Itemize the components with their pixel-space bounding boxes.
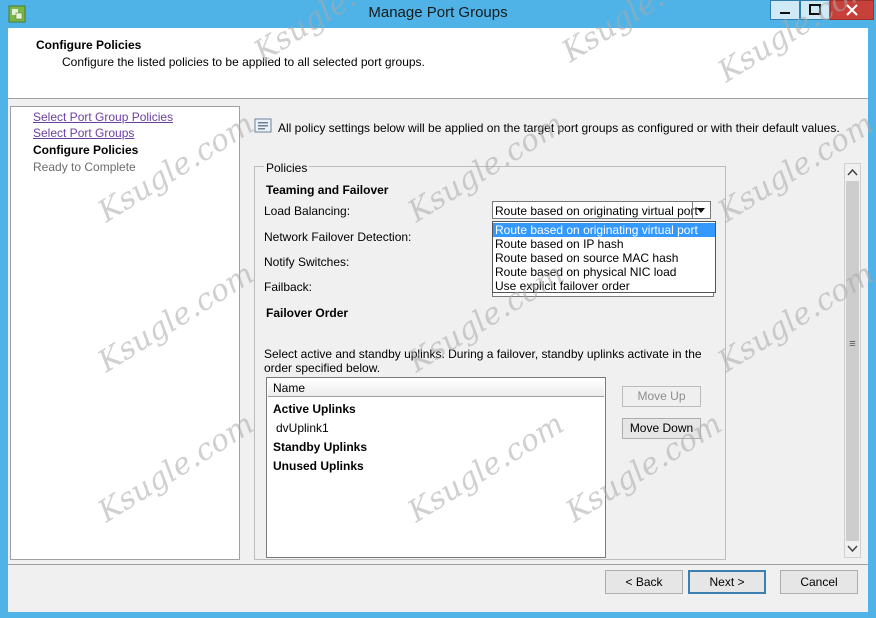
page-description: Configure the listed policies to be appl… xyxy=(62,55,425,69)
maximize-button[interactable] xyxy=(800,0,830,20)
step-ready-to-complete: Ready to Complete xyxy=(33,160,136,174)
scroll-down-button[interactable] xyxy=(845,541,860,556)
footer-divider xyxy=(8,564,868,565)
move-up-button[interactable]: Move Up xyxy=(622,386,701,407)
load-balancing-select[interactable]: Route based on originating virtual port xyxy=(492,201,711,219)
title-bar: Manage Port Groups xyxy=(0,0,876,28)
chevron-down-icon xyxy=(697,208,705,213)
step-select-port-group-policies[interactable]: Select Port Group Policies xyxy=(33,110,173,124)
close-icon xyxy=(846,4,858,16)
load-balancing-label: Load Balancing: xyxy=(264,204,351,218)
uplinks-list[interactable]: Name Active Uplinks dvUplink1 Standby Up… xyxy=(266,377,606,558)
name-column-label: Name xyxy=(273,381,306,395)
wizard-steps-panel: Select Port Group Policies Select Port G… xyxy=(10,106,240,560)
window-title: Manage Port Groups xyxy=(368,4,508,21)
active-uplinks-group: Active Uplinks xyxy=(273,402,356,416)
name-column-header[interactable]: Name xyxy=(268,379,604,397)
minimize-button[interactable] xyxy=(770,0,800,20)
option-explicit-failover-order[interactable]: Use explicit failover order xyxy=(493,279,715,293)
unused-uplinks-group: Unused Uplinks xyxy=(273,459,364,473)
load-balancing-value: Route based on originating virtual port xyxy=(495,204,698,218)
uplink-row[interactable]: dvUplink1 xyxy=(276,421,329,435)
wizard-header: Configure Policies Configure the listed … xyxy=(8,28,868,99)
minimize-icon xyxy=(780,12,790,14)
vertical-scrollbar[interactable]: ≡ xyxy=(844,163,861,558)
maximize-icon xyxy=(809,4,821,15)
scroll-grip-icon: ≡ xyxy=(849,338,856,350)
option-originating-virtual-port[interactable]: Route based on originating virtual port xyxy=(493,223,715,237)
next-button[interactable]: Next > xyxy=(688,570,766,594)
policies-legend: Policies xyxy=(264,161,310,175)
info-icon xyxy=(254,118,272,133)
uplinks-description: Select active and standby uplinks. Durin… xyxy=(264,347,702,375)
dropdown-arrow-button[interactable] xyxy=(692,202,710,218)
page-title: Configure Policies xyxy=(36,38,142,52)
failover-order-title: Failover Order xyxy=(266,306,349,320)
move-down-button[interactable]: Move Down xyxy=(622,418,701,439)
network-failover-detection-label: Network Failover Detection: xyxy=(264,230,412,244)
load-balancing-dropdown-list: Route based on originating virtual port … xyxy=(492,221,716,293)
chevron-down-icon xyxy=(847,545,858,553)
scroll-thumb[interactable] xyxy=(846,181,859,541)
scroll-up-button[interactable] xyxy=(845,165,860,180)
dialog-body: Configure Policies Configure the listed … xyxy=(8,28,868,612)
step-select-port-groups[interactable]: Select Port Groups xyxy=(33,126,134,140)
cancel-button[interactable]: Cancel xyxy=(780,570,858,594)
back-button[interactable]: < Back xyxy=(605,570,683,594)
option-ip-hash[interactable]: Route based on IP hash xyxy=(493,237,715,251)
option-source-mac-hash[interactable]: Route based on source MAC hash xyxy=(493,251,715,265)
info-message: All policy settings below will be applie… xyxy=(278,121,840,135)
standby-uplinks-group: Standby Uplinks xyxy=(273,440,368,454)
chevron-up-icon xyxy=(847,168,858,176)
step-configure-policies: Configure Policies xyxy=(33,143,139,157)
notify-switches-label: Notify Switches: xyxy=(264,255,350,269)
failback-label: Failback: xyxy=(264,280,313,294)
option-physical-nic-load[interactable]: Route based on physical NIC load xyxy=(493,265,715,279)
teaming-and-failover-title: Teaming and Failover xyxy=(266,183,389,197)
close-button[interactable] xyxy=(830,0,874,20)
